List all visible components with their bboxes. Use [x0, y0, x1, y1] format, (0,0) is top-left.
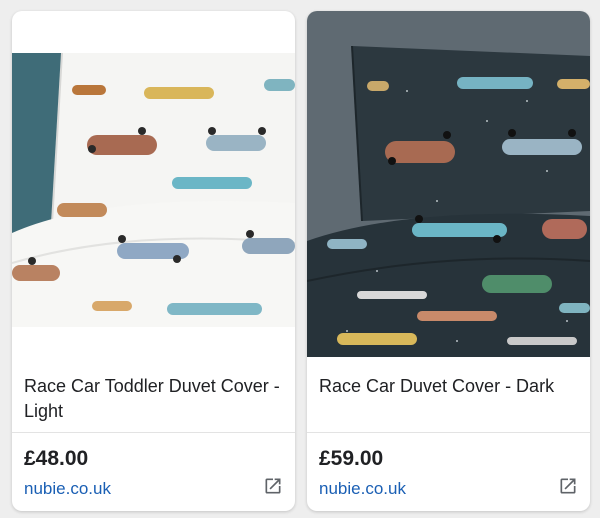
race-car-duvet-dark-image[interactable]	[307, 11, 590, 357]
product-card-light[interactable]: Race Car Toddler Duvet Cover - Light £48…	[12, 11, 295, 511]
merchant-link[interactable]: nubie.co.uk	[319, 479, 406, 499]
race-car-duvet-light-image[interactable]	[12, 53, 295, 327]
product-price: £48.00	[24, 447, 89, 470]
product-title[interactable]: Race Car Duvet Cover - Dark	[319, 374, 578, 399]
divider	[307, 432, 590, 433]
product-price: £59.00	[319, 447, 384, 470]
product-card-dark[interactable]: Race Car Duvet Cover - Dark £59.00 nubie…	[307, 11, 590, 511]
open-in-new-icon[interactable]	[263, 476, 283, 496]
product-title[interactable]: Race Car Toddler Duvet Cover - Light	[24, 374, 283, 424]
merchant-link[interactable]: nubie.co.uk	[24, 479, 111, 499]
divider	[12, 432, 295, 433]
open-in-new-icon[interactable]	[558, 476, 578, 496]
